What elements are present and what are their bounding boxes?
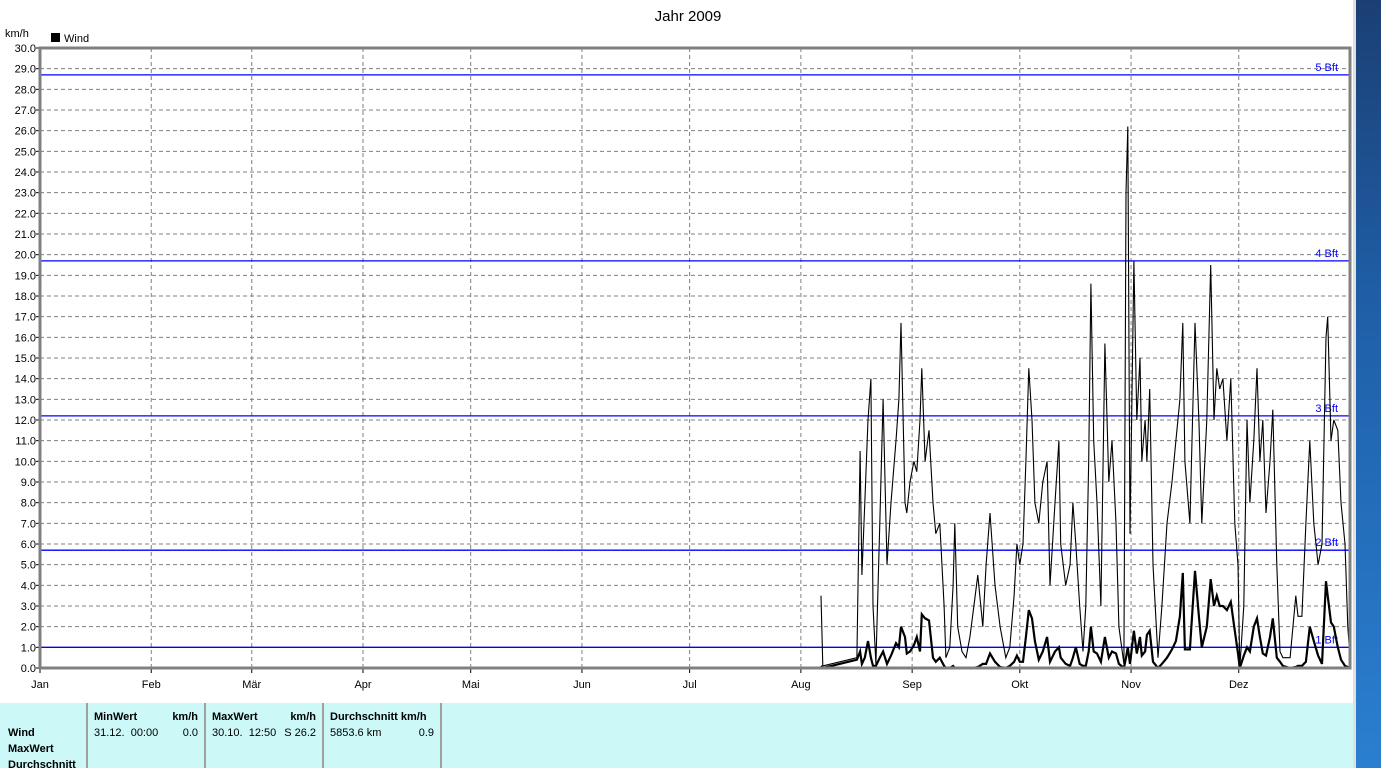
beaufort-label: 3 Bft — [1315, 403, 1338, 415]
max-header: MaxWert — [212, 711, 258, 723]
y-tick-label: 6.0 — [21, 539, 36, 551]
y-tick-label: 3.0 — [21, 601, 36, 613]
y-tick-label: 19.0 — [15, 270, 36, 282]
y-tick-label: 30.0 — [15, 43, 36, 55]
x-tick-label-sep: Sep — [902, 679, 922, 691]
y-tick-label: 18.0 — [15, 291, 36, 303]
beaufort-label: 2 Bft — [1315, 537, 1338, 549]
min-column: MinWert km/h 31.12. 00:00 0.0 — [88, 703, 206, 768]
y-tick-label: 5.0 — [21, 560, 36, 572]
x-tick-label-nov: Nov — [1121, 679, 1141, 691]
y-tick-label: 7.0 — [21, 518, 36, 530]
y-tick-label: 14.0 — [15, 374, 36, 386]
legend-swatch — [51, 33, 60, 42]
row-label-column: Wind MaxWert Durchschnitt — [0, 703, 88, 771]
y-tick-label: 22.0 — [15, 208, 36, 220]
row-label-durchschnitt: Durchschnitt — [8, 759, 76, 771]
avg-distance: 5853.6 km — [330, 727, 382, 739]
y-tick-label: 17.0 — [15, 312, 36, 324]
max-unit: km/h — [290, 711, 316, 723]
y-tick-label: 0.0 — [21, 663, 36, 675]
x-tick-label-aug: Aug — [791, 679, 811, 691]
x-tick-label-okt: Okt — [1011, 679, 1028, 691]
beaufort-label: 5 Bft — [1315, 62, 1338, 74]
y-tick-label: 10.0 — [15, 456, 36, 468]
y-tick-label: 27.0 — [15, 105, 36, 117]
y-tick-label: 29.0 — [15, 64, 36, 76]
desktop-background — [1356, 0, 1381, 768]
y-axis-unit: km/h — [5, 28, 29, 40]
max-date: 30.10. 12:50 — [212, 727, 277, 739]
max-value: S 26.2 — [284, 727, 316, 739]
series-max-line — [820, 126, 1351, 669]
y-tick-label: 16.0 — [15, 332, 36, 344]
y-tick-label: 15.0 — [15, 353, 36, 365]
x-tick-label-feb: Feb — [142, 679, 161, 691]
row-label-maxwert: MaxWert — [8, 743, 54, 755]
x-tick-label-mär: Mär — [242, 679, 261, 691]
y-tick-label: 9.0 — [21, 477, 36, 489]
min-date: 31.12. 00:00 — [94, 727, 159, 739]
x-tick-label-jun: Jun — [573, 679, 591, 691]
y-tick-label: 2.0 — [21, 622, 36, 634]
y-tick-label: 4.0 — [21, 580, 36, 592]
row-label-wind: Wind — [8, 727, 35, 739]
y-tick-label: 20.0 — [15, 250, 36, 262]
avg-value: 0.9 — [418, 727, 434, 739]
y-tick-label: 23.0 — [15, 188, 36, 200]
min-value: 0.0 — [182, 727, 198, 739]
x-tick-label-apr: Apr — [354, 679, 371, 691]
beaufort-label: 4 Bft — [1315, 248, 1338, 260]
y-tick-label: 13.0 — [15, 394, 36, 406]
y-tick-label: 12.0 — [15, 415, 36, 427]
min-header: MinWert — [94, 711, 138, 723]
legend-label: Wind — [64, 33, 89, 45]
avg-header: Durchschnitt km/h — [330, 711, 427, 723]
y-tick-label: 26.0 — [15, 126, 36, 138]
y-tick-label: 25.0 — [15, 146, 36, 158]
avg-column: Durchschnitt km/h 5853.6 km 0.9 — [324, 703, 442, 768]
chart-title: Jahr 2009 — [655, 8, 722, 25]
y-tick-label: 24.0 — [15, 167, 36, 179]
y-tick-label: 1.0 — [21, 642, 36, 654]
x-tick-label-jan: Jan — [31, 679, 49, 691]
x-tick-label-mai: Mai — [462, 679, 480, 691]
y-tick-label: 8.0 — [21, 498, 36, 510]
min-unit: km/h — [172, 711, 198, 723]
statistics-panel: Wind MaxWert Durchschnitt MinWert km/h 3… — [0, 703, 1353, 771]
wind-chart: Jahr 2009 km/h Wind 1 Bft2 Bft3 Bft4 Bft… — [5, 8, 1352, 691]
x-tick-label-dez: Dez — [1229, 679, 1249, 691]
y-tick-label: 28.0 — [15, 84, 36, 96]
max-column: MaxWert km/h 30.10. 12:50 S 26.2 — [206, 703, 324, 768]
y-tick-label: 21.0 — [15, 229, 36, 241]
y-tick-label: 11.0 — [15, 436, 36, 448]
x-tick-label-jul: Jul — [683, 679, 697, 691]
